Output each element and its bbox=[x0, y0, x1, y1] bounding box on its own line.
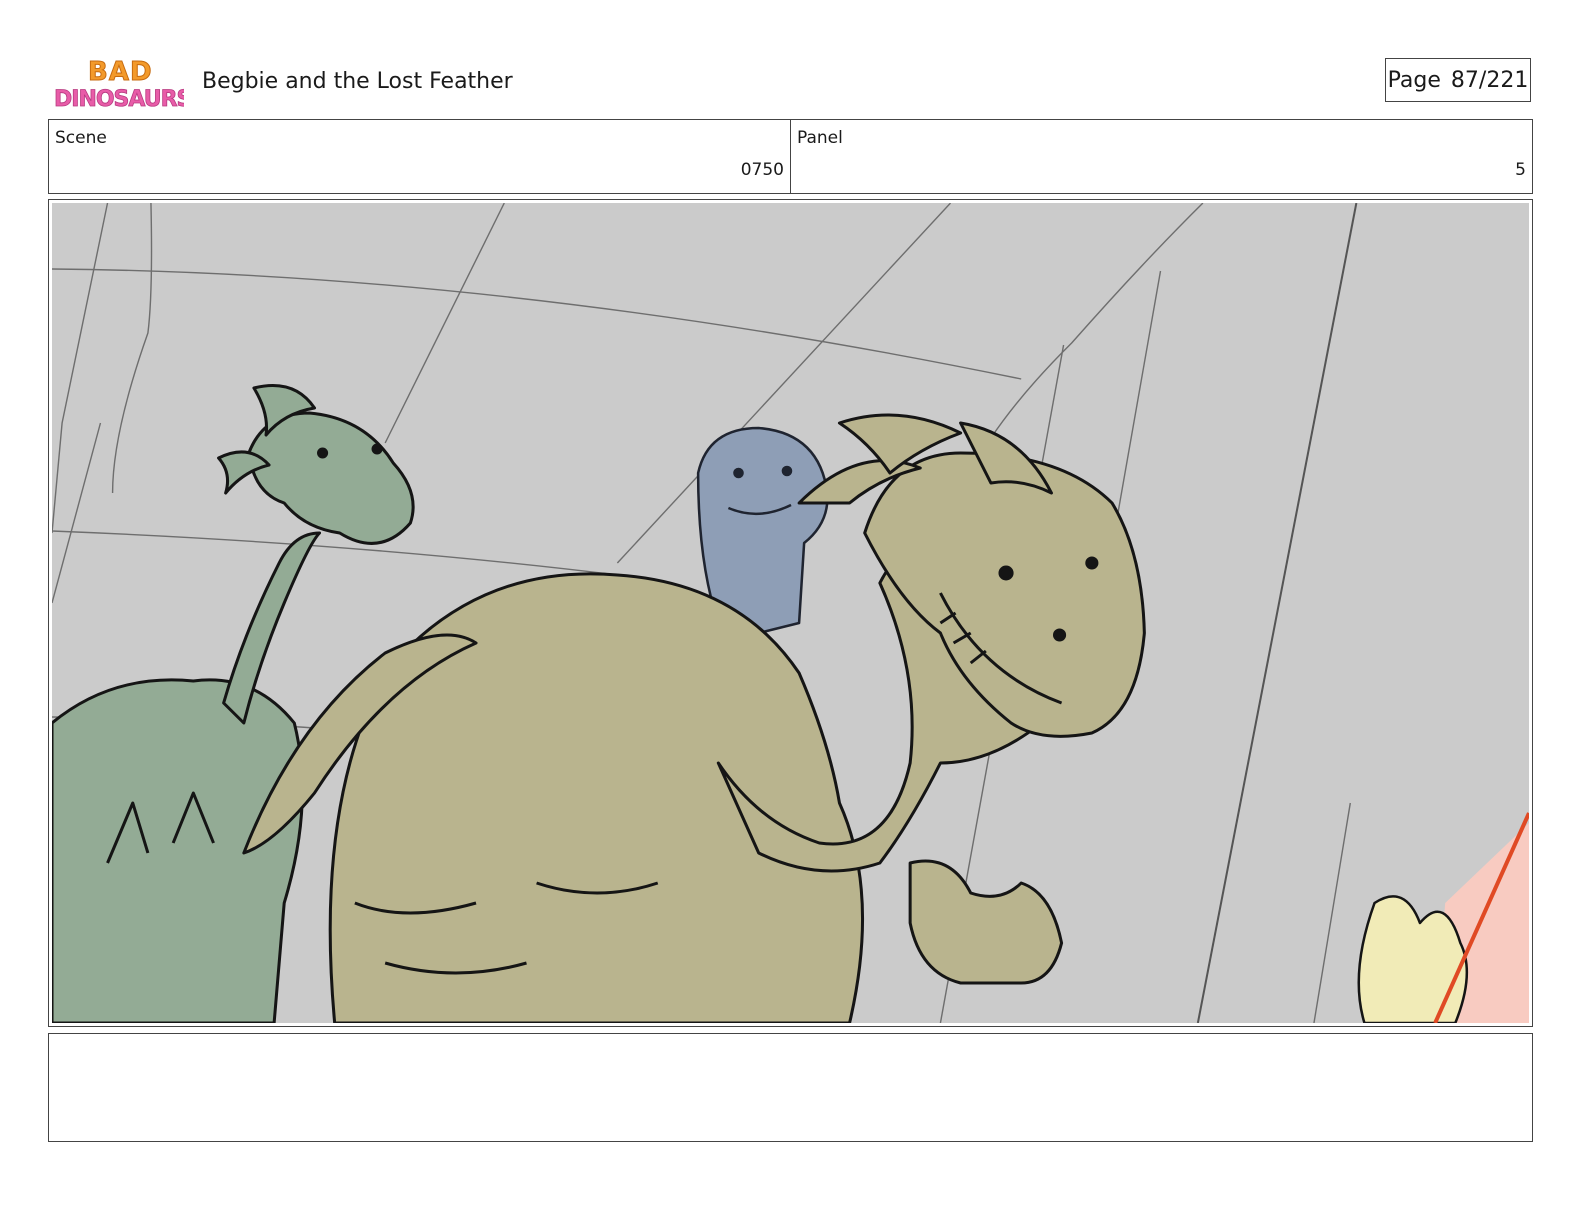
panel-cell: Panel 5 bbox=[790, 120, 1532, 193]
storyboard-panel bbox=[48, 199, 1533, 1027]
page-number: 87/221 bbox=[1450, 67, 1529, 93]
page-counter: Page 87/221 bbox=[1385, 58, 1531, 102]
panel-notes bbox=[48, 1033, 1533, 1142]
scene-number: 0750 bbox=[740, 160, 784, 180]
scene-cell: Scene 0750 bbox=[49, 120, 790, 193]
storyboard-drawing bbox=[52, 203, 1529, 1023]
panel-label: Panel bbox=[797, 128, 843, 148]
svg-text:DINOSAURS: DINOSAURS bbox=[54, 87, 184, 112]
page-label: Page bbox=[1387, 67, 1441, 93]
panel-number: 5 bbox=[1515, 160, 1526, 180]
svg-text:BAD: BAD bbox=[88, 57, 153, 87]
document-title: Begbie and the Lost Feather bbox=[202, 69, 513, 94]
bad-dinosaurs-logo: BAD DINOSAURS bbox=[54, 57, 184, 113]
scene-label: Scene bbox=[55, 128, 107, 148]
scene-panel-info: Scene 0750 Panel 5 bbox=[48, 119, 1533, 194]
